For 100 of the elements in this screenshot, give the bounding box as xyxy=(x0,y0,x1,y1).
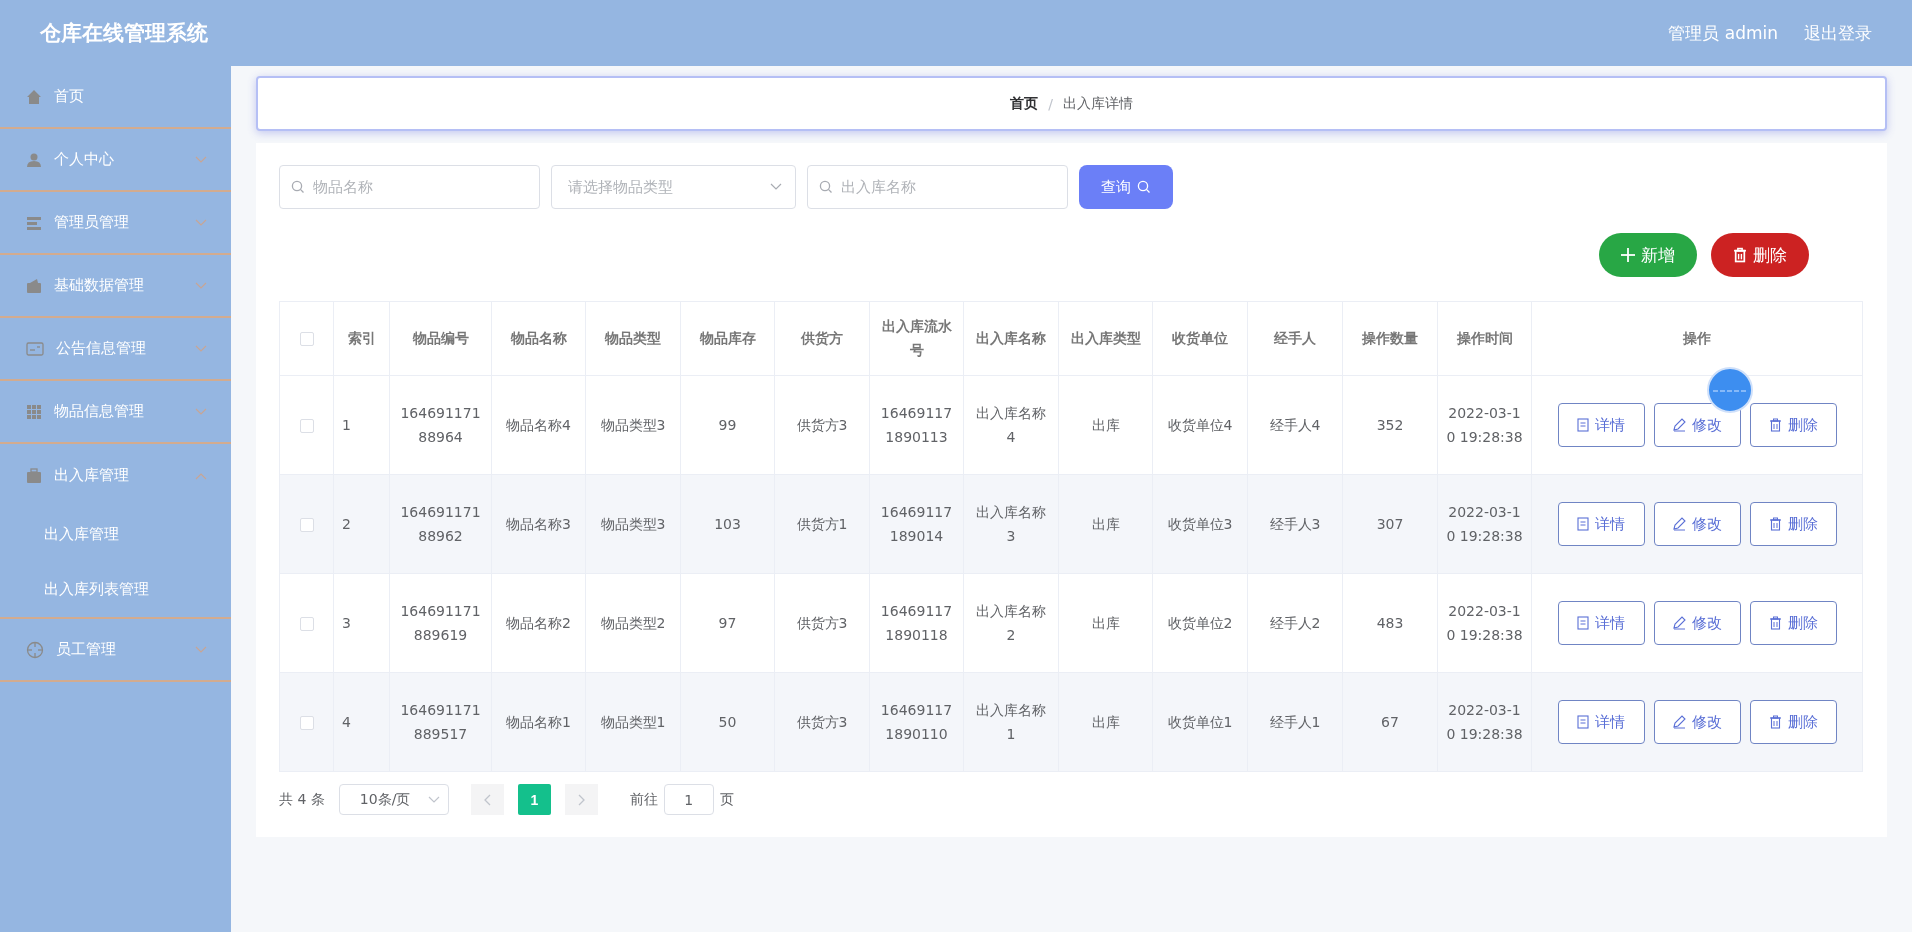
table-cell: 物品类型2 xyxy=(585,573,681,673)
delete-row-button[interactable]: 删除 xyxy=(1749,700,1837,744)
table-cell: 出入库名称2 xyxy=(963,573,1059,673)
detail-button[interactable]: 详情 xyxy=(1557,601,1645,645)
card-icon xyxy=(26,340,44,357)
trash-icon xyxy=(1733,247,1747,263)
item-type-select[interactable]: 请选择物品类型 xyxy=(551,165,796,209)
column-header: 操作数量 xyxy=(1342,301,1438,376)
user-label: 管理员 admin xyxy=(1668,21,1778,45)
column-header: 供货方 xyxy=(774,301,870,376)
table-cell: 3 xyxy=(333,573,390,673)
column-header: 索引 xyxy=(333,301,390,376)
add-button[interactable]: 新增 xyxy=(1599,233,1697,277)
inout-name-field[interactable]: 出入库名称 xyxy=(807,165,1068,209)
table-cell: 出库 xyxy=(1058,573,1153,673)
search-button[interactable]: 查询 xyxy=(1079,165,1173,209)
table-cell: 供货方3 xyxy=(774,375,870,475)
table-cell: 出库 xyxy=(1058,375,1153,475)
row-checkbox[interactable] xyxy=(299,418,314,433)
edit-button[interactable]: 修改 xyxy=(1653,403,1741,447)
pencil-icon xyxy=(1672,517,1686,531)
detail-button[interactable]: 详情 xyxy=(1557,502,1645,546)
column-header: 出入库类型 xyxy=(1058,301,1153,376)
table-cell: 16469117188962 xyxy=(389,474,492,574)
table-cell: 2022-03-10 19:28:38 xyxy=(1437,672,1532,772)
table-cell: 经手人2 xyxy=(1247,573,1343,673)
delete-button[interactable]: 删除 xyxy=(1711,233,1809,277)
table-cell: 经手人4 xyxy=(1247,375,1343,475)
breadcrumb-current: 出入库详情 xyxy=(1062,94,1133,113)
table-cell: 97 xyxy=(680,573,775,673)
home-icon xyxy=(26,88,42,105)
chevron-down-icon xyxy=(195,218,207,227)
edit-button[interactable]: 修改 xyxy=(1653,700,1741,744)
table-cell: 收货单位4 xyxy=(1152,375,1248,475)
next-page-button[interactable] xyxy=(564,784,598,815)
row-checkbox[interactable] xyxy=(299,517,314,532)
table-cell: 2022-03-10 19:28:38 xyxy=(1437,375,1532,475)
table-cell: 164691171889517 xyxy=(389,672,492,772)
delete-row-button[interactable]: 删除 xyxy=(1749,502,1837,546)
row-checkbox[interactable] xyxy=(299,616,314,631)
app-title: 仓库在线管理系统 xyxy=(40,20,208,47)
column-header: 物品库存 xyxy=(680,301,775,376)
chevron-down-icon xyxy=(195,344,207,353)
document-icon xyxy=(1577,616,1589,630)
select-all-checkbox[interactable] xyxy=(299,331,314,346)
row-checkbox[interactable] xyxy=(299,715,314,730)
delete-row-button[interactable]: 删除 xyxy=(1749,403,1837,447)
pencil-icon xyxy=(1672,715,1686,729)
chevron-left-icon xyxy=(483,793,491,806)
table-cell: 164691171889619 xyxy=(389,573,492,673)
table-cell: 出库 xyxy=(1058,474,1153,574)
table-cell: 164691171890110 xyxy=(869,672,964,772)
user-icon xyxy=(26,151,42,168)
table-cell: 供货方1 xyxy=(774,474,870,574)
detail-button[interactable]: 详情 xyxy=(1557,403,1645,447)
trash-icon xyxy=(1768,616,1782,630)
document-icon xyxy=(1577,418,1589,432)
chevron-down-icon xyxy=(195,645,207,654)
pencil-icon xyxy=(1672,418,1686,432)
prev-page-button[interactable] xyxy=(470,784,504,815)
table-cell: 103 xyxy=(680,474,775,574)
table-cell: 经手人1 xyxy=(1247,672,1343,772)
detail-button[interactable]: 详情 xyxy=(1557,700,1645,744)
table-cell: 99 xyxy=(680,375,775,475)
grid-icon xyxy=(26,403,42,420)
briefcase-icon xyxy=(26,467,42,484)
table-cell: 物品类型3 xyxy=(585,474,681,574)
table-cell: 16469117189014 xyxy=(869,474,964,574)
search-icon xyxy=(1137,180,1151,194)
table-cell: 164691171890118 xyxy=(869,573,964,673)
crosshair-icon xyxy=(26,640,44,659)
chevron-right-icon xyxy=(577,793,585,806)
table-cell: 2022-03-10 19:28:38 xyxy=(1437,573,1532,673)
wallet-icon xyxy=(26,277,42,294)
table-cell: 物品名称1 xyxy=(491,672,586,772)
table-cell: 出库 xyxy=(1058,672,1153,772)
table-cell: 物品类型1 xyxy=(585,672,681,772)
edit-button[interactable]: 修改 xyxy=(1653,601,1741,645)
table-cell: 307 xyxy=(1342,474,1438,574)
table-cell: 物品类型3 xyxy=(585,375,681,475)
column-header: 物品名称 xyxy=(491,301,586,376)
edit-button[interactable]: 修改 xyxy=(1653,502,1741,546)
table-cell: 2022-03-10 19:28:38 xyxy=(1437,474,1532,574)
trash-icon xyxy=(1768,418,1782,432)
item-name-field[interactable]: 物品名称 xyxy=(279,165,540,209)
breadcrumb-separator: / xyxy=(1048,95,1053,112)
column-header: 操作时间 xyxy=(1437,301,1532,376)
document-icon xyxy=(1577,715,1589,729)
floating-ball-icon[interactable] xyxy=(1707,367,1753,413)
column-header: 出入库名称 xyxy=(963,301,1059,376)
document-icon xyxy=(1577,517,1589,531)
table-cell: 16469117188964 xyxy=(389,375,492,475)
table-cell: 164691171890113 xyxy=(869,375,964,475)
table-cell: 50 xyxy=(680,672,775,772)
table-cell: 352 xyxy=(1342,375,1438,475)
page-size-select[interactable]: 10条/页 xyxy=(338,784,449,815)
goto-page-field[interactable]: 1 xyxy=(663,784,714,815)
delete-row-button[interactable]: 删除 xyxy=(1749,601,1837,645)
breadcrumb-link[interactable]: 首页 xyxy=(1010,94,1039,113)
goto-suffix: 页 xyxy=(719,790,734,809)
